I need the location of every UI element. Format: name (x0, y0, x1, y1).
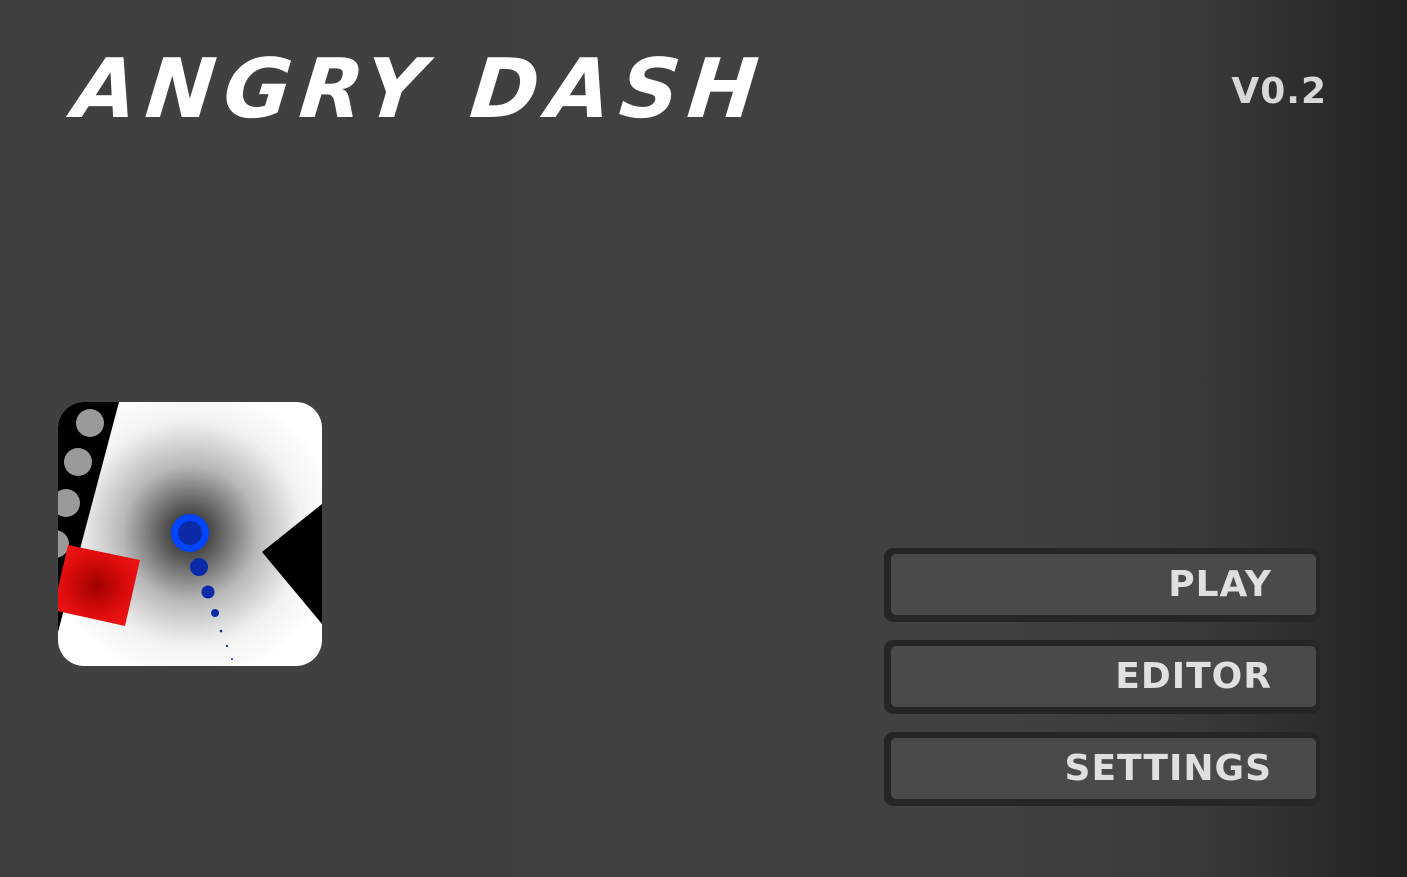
game-title: ANGRY DASH (69, 42, 772, 137)
logo-trail-dot (225, 644, 229, 648)
logo-trail-dot (211, 609, 219, 617)
version-label: V0.2 (1231, 71, 1327, 112)
logo-trail-dot (231, 658, 233, 660)
logo-trail-dot (219, 629, 223, 633)
play-button-face: PLAY (891, 554, 1316, 615)
logo-wall-dot (64, 448, 92, 476)
logo-trail-dot (190, 558, 208, 576)
editor-button[interactable]: EDITOR (884, 640, 1320, 714)
settings-button[interactable]: SETTINGS (884, 732, 1320, 806)
game-logo-icon (58, 402, 322, 666)
logo-trail-dot (201, 585, 215, 599)
settings-button-face: SETTINGS (891, 738, 1316, 799)
play-button[interactable]: PLAY (884, 548, 1320, 622)
editor-button-label: EDITOR (1115, 655, 1272, 697)
play-button-label: PLAY (1168, 563, 1272, 605)
editor-button-face: EDITOR (891, 646, 1316, 707)
logo-wall-dot (76, 409, 104, 437)
settings-button-label: SETTINGS (1064, 747, 1272, 789)
logo-player-core (178, 521, 202, 545)
main-menu: PLAY EDITOR SETTINGS (884, 548, 1320, 824)
